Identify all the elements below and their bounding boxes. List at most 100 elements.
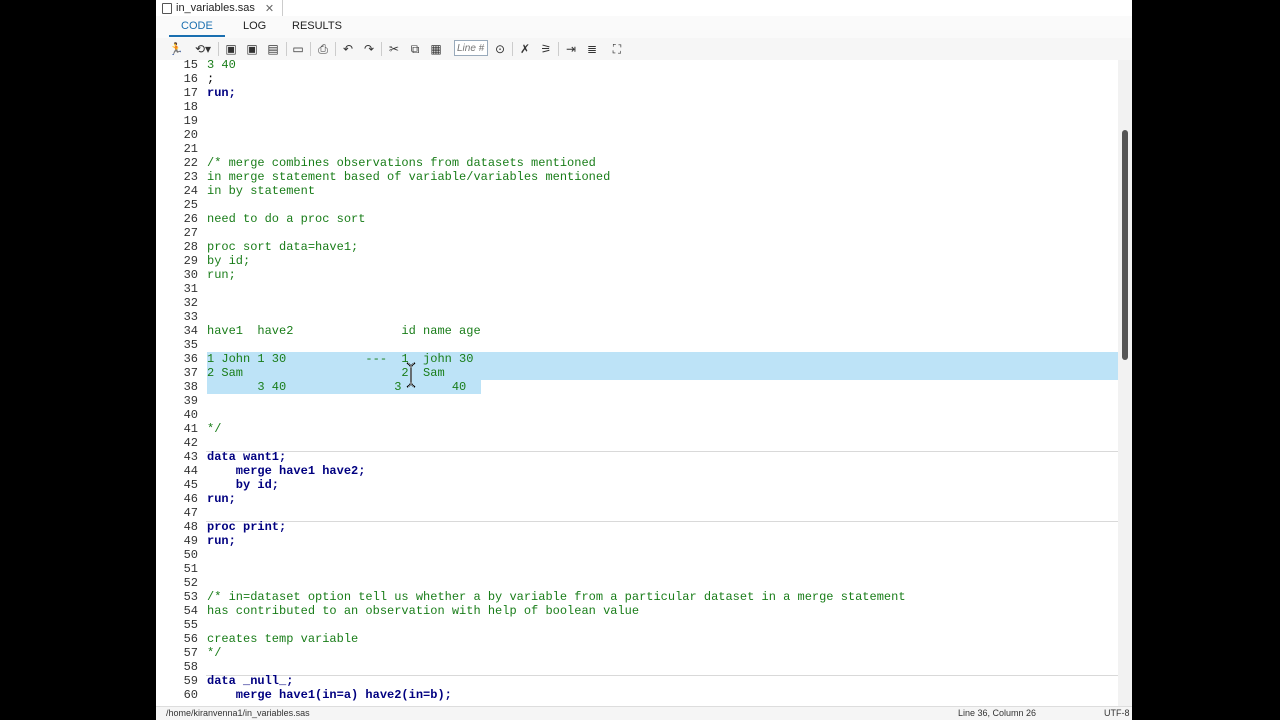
code-line[interactable]: 33: [156, 310, 1118, 324]
code-text[interactable]: merge have1 have2;: [207, 464, 366, 478]
code-text[interactable]: have1 have2 id name age: [207, 324, 481, 338]
file-tab[interactable]: in_variables.sas ✕: [156, 0, 284, 17]
code-text[interactable]: has contributed to an observation with h…: [207, 604, 639, 618]
code-text[interactable]: proc print;: [207, 520, 286, 534]
code-line[interactable]: 29 by id;: [156, 254, 1118, 268]
code-text[interactable]: by id;: [207, 254, 250, 268]
code-line[interactable]: 57 */: [156, 646, 1118, 660]
code-line[interactable]: 26 need to do a proc sort: [156, 212, 1118, 226]
code-text[interactable]: merge have1(in=a) have2(in=b);: [207, 688, 452, 702]
code-line[interactable]: 31: [156, 282, 1118, 296]
code-text[interactable]: */: [207, 646, 221, 660]
code-text[interactable]: data want1;: [207, 450, 286, 464]
code-line[interactable]: 37 2 Sam 2 Sam: [156, 366, 1118, 380]
redo-icon[interactable]: ↷: [361, 41, 377, 57]
maximize-icon[interactable]: ⛶: [609, 41, 625, 57]
snippets-icon[interactable]: ⚞: [538, 41, 554, 57]
code-line[interactable]: 34 have1 have2 id name age: [156, 324, 1118, 338]
code-line[interactable]: 15 3 40: [156, 60, 1118, 72]
code-line[interactable]: 48 proc print;: [156, 520, 1118, 534]
run-icon[interactable]: 🏃: [168, 41, 184, 57]
code-line[interactable]: 52: [156, 576, 1118, 590]
code-line[interactable]: 38 3 40 3 40: [156, 380, 1118, 394]
code-line[interactable]: 25: [156, 198, 1118, 212]
close-icon[interactable]: ✕: [265, 2, 274, 15]
code-line[interactable]: 41 */: [156, 422, 1118, 436]
code-line[interactable]: 42: [156, 436, 1118, 450]
code-line[interactable]: 23 in merge statement based of variable/v…: [156, 170, 1118, 184]
tab-log[interactable]: LOG: [243, 20, 266, 32]
code-line[interactable]: 30 run;: [156, 268, 1118, 282]
code-text[interactable]: in by statement: [207, 184, 315, 198]
code-line[interactable]: 53 /* in=dataset option tell us whether a…: [156, 590, 1118, 604]
code-line[interactable]: 49 run;: [156, 534, 1118, 548]
tab-code[interactable]: CODE: [169, 20, 225, 37]
code-line[interactable]: 55: [156, 618, 1118, 632]
code-line[interactable]: 36 1 John 1 30 --- 1 john 30: [156, 352, 1118, 366]
code-line[interactable]: 21: [156, 142, 1118, 156]
save-all-icon[interactable]: ▤: [265, 41, 281, 57]
code-line[interactable]: 20: [156, 128, 1118, 142]
code-text[interactable]: creates temp variable: [207, 632, 358, 646]
code-line[interactable]: 18: [156, 100, 1118, 114]
code-text[interactable]: 1 John 1 30 --- 1 john 30: [207, 352, 473, 366]
code-text[interactable]: 3 40: [207, 60, 236, 72]
code-text[interactable]: data _null_;: [207, 674, 293, 688]
save-as-icon[interactable]: ▣: [244, 41, 260, 57]
code-line[interactable]: 46 run;: [156, 492, 1118, 506]
code-line[interactable]: 45 by id;: [156, 478, 1118, 492]
clear-icon[interactable]: ✗: [517, 41, 533, 57]
code-text[interactable]: need to do a proc sort: [207, 212, 365, 226]
go-to-line-icon[interactable]: ⊙: [492, 41, 508, 57]
code-line[interactable]: 19: [156, 114, 1118, 128]
code-text[interactable]: by id;: [207, 478, 279, 492]
code-text[interactable]: ;: [207, 72, 214, 86]
code-text[interactable]: in merge statement based of variable/var…: [207, 170, 610, 184]
code-text[interactable]: 3 40 3 40: [207, 380, 466, 394]
code-line[interactable]: 28 proc sort data=have1;: [156, 240, 1118, 254]
line-number: 21: [183, 142, 198, 156]
code-line[interactable]: 40: [156, 408, 1118, 422]
code-line[interactable]: 51: [156, 562, 1118, 576]
code-text[interactable]: run;: [207, 86, 236, 100]
code-line[interactable]: 60 merge have1(in=a) have2(in=b);: [156, 688, 1118, 702]
code-line[interactable]: 58: [156, 660, 1118, 674]
code-line[interactable]: 22 /* merge combines observations from da…: [156, 156, 1118, 170]
code-text[interactable]: proc sort data=have1;: [207, 240, 358, 254]
code-line[interactable]: 17 run;: [156, 86, 1118, 100]
copy-icon[interactable]: ⧉: [407, 41, 423, 57]
code-text[interactable]: run;: [207, 268, 236, 282]
code-text[interactable]: run;: [207, 534, 236, 548]
code-line[interactable]: 39: [156, 394, 1118, 408]
code-line[interactable]: 50: [156, 548, 1118, 562]
code-line[interactable]: 47: [156, 506, 1118, 520]
code-line[interactable]: 59 data _null_;: [156, 674, 1118, 688]
print-icon[interactable]: ⎙: [315, 41, 331, 57]
paste-icon[interactable]: ▦: [428, 41, 444, 57]
code-line[interactable]: 54 has contributed to an observation with…: [156, 604, 1118, 618]
recent-submissions-icon[interactable]: ⟲▾: [192, 41, 214, 57]
tab-results[interactable]: RESULTS: [292, 20, 342, 32]
code-text[interactable]: /* merge combines observations from data…: [207, 156, 596, 170]
code-line[interactable]: 27: [156, 226, 1118, 240]
code-text[interactable]: run;: [207, 492, 236, 506]
code-line[interactable]: 43 data want1;: [156, 450, 1118, 464]
line-number-input[interactable]: [454, 40, 488, 56]
code-text[interactable]: /* in=dataset option tell us whether a b…: [207, 590, 906, 604]
code-text[interactable]: */: [207, 422, 221, 436]
email-icon[interactable]: ▭: [290, 41, 306, 57]
save-icon[interactable]: ▣: [223, 41, 239, 57]
code-line[interactable]: 35: [156, 338, 1118, 352]
cut-icon[interactable]: ✂: [386, 41, 402, 57]
code-line[interactable]: 16;: [156, 72, 1118, 86]
undo-icon[interactable]: ↶: [340, 41, 356, 57]
code-line[interactable]: 24 in by statement: [156, 184, 1118, 198]
code-editor[interactable]: 15 3 40 16; 17 run; 18 19 20 21 22/* merge combin…: [156, 60, 1118, 706]
code-line[interactable]: 56 creates temp variable: [156, 632, 1118, 646]
format-code-icon[interactable]: ⇥: [563, 41, 579, 57]
lines-icon[interactable]: ≣: [584, 41, 600, 57]
code-line[interactable]: 32: [156, 296, 1118, 310]
vertical-scrollbar[interactable]: [1118, 60, 1132, 706]
code-line[interactable]: 44 merge have1 have2;: [156, 464, 1118, 478]
scroll-thumb[interactable]: [1122, 130, 1128, 360]
